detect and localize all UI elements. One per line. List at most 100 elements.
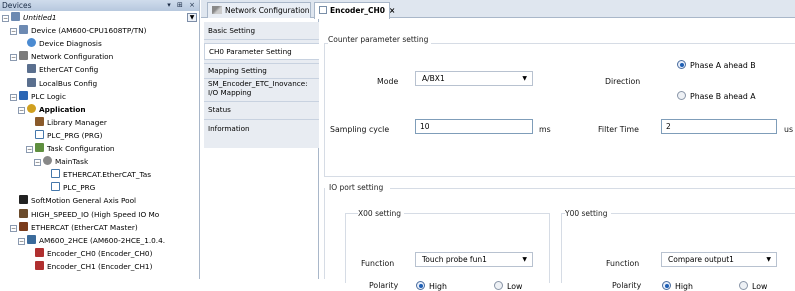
direction-radio-a[interactable]: Phase A ahead B — [677, 60, 756, 70]
collapse-toggle-icon[interactable]: − — [10, 28, 17, 36]
y00-polarity-high-radio[interactable]: High — [662, 281, 693, 291]
tree-item[interactable]: − Device (AM600-CPU1608TP/TN) — [10, 25, 146, 36]
y00-group-box — [561, 213, 795, 283]
y00-function-select[interactable]: Compare output1 ▼ — [661, 252, 777, 267]
axis-pool-icon — [19, 195, 28, 205]
y00-polarity-low-radio[interactable]: Low — [739, 281, 767, 291]
mode-label: Mode — [377, 77, 399, 86]
y00-polarity-label: Polarity — [612, 281, 642, 290]
tab-network-configuration[interactable]: Network Configuration — [207, 2, 311, 18]
direction-radio-b[interactable]: Phase B ahead A — [677, 91, 756, 101]
radio-selected-icon — [662, 281, 671, 290]
task-call-icon — [51, 169, 60, 179]
y00-function-label: Function — [606, 259, 640, 268]
side-tab-status[interactable]: Status — [204, 105, 319, 115]
tab-label: Encoder_CH0 — [330, 6, 385, 15]
tree-item-label: PLC_PRG (PRG) — [47, 130, 103, 140]
x00-function-select[interactable]: Touch probe fun1 ▼ — [415, 252, 533, 267]
side-tab-information[interactable]: Information — [204, 124, 319, 134]
radio-selected-icon — [677, 60, 686, 69]
tree-item[interactable]: − AM600_2HCE (AM600-2HCE_1.0.4. — [18, 234, 165, 246]
filter-time-input[interactable]: 2 — [661, 119, 777, 134]
tree-item[interactable]: PLC_PRG (PRG) — [35, 129, 103, 141]
tree-item-label: Device Diagnosis — [39, 39, 102, 49]
sampling-cycle-label: Sampling cycle — [330, 125, 390, 134]
network-icon — [19, 51, 28, 61]
tab-label: Network Configuration — [225, 6, 310, 15]
tree-item[interactable]: − Task Configuration — [26, 143, 115, 154]
side-tab-basic-setting[interactable]: Basic Setting — [204, 26, 319, 36]
divider — [204, 39, 319, 40]
y00-low-label: Low — [752, 282, 768, 291]
y00-high-label: High — [675, 282, 693, 291]
tree-item[interactable]: EtherCAT Config — [27, 64, 98, 75]
tree-item-label: HIGH_SPEED_IO (High Speed IO Mo — [31, 209, 160, 219]
io-port-divider — [390, 188, 795, 189]
side-tab-mapping-setting[interactable]: Mapping Setting — [204, 66, 319, 76]
task-call-icon — [51, 182, 60, 192]
chevron-down-icon: ▼ — [522, 256, 527, 263]
divider — [204, 119, 319, 120]
tree-item-label: Library Manager — [47, 117, 107, 127]
radio-selected-icon — [416, 281, 425, 290]
tree-item[interactable]: SoftMotion General Axis Pool — [19, 195, 136, 206]
sampling-cycle-input[interactable]: 10 — [415, 119, 533, 134]
tree-item-label: LocalBus Config — [39, 78, 98, 88]
side-tab-io-mapping[interactable]: SM_Encoder_ETC_Inovance: I/O Mapping — [204, 79, 316, 97]
tree-item[interactable]: − MainTask — [34, 156, 88, 167]
encoder-icon — [35, 247, 44, 257]
application-icon — [27, 103, 36, 113]
tree-item[interactable]: − Untitled1 — [2, 12, 57, 23]
tree-item[interactable]: − Network Configuration — [10, 51, 113, 62]
tree-item[interactable]: Encoder_CH0 (Encoder_CH0) — [35, 247, 152, 259]
tree-dropdown-button[interactable]: ▼ — [187, 13, 197, 22]
encoder-icon — [35, 260, 44, 270]
device-icon — [19, 25, 28, 35]
devices-panel-header: Devices ▾ ⊞ × — [0, 0, 199, 11]
io-port-group-title: IO port setting — [329, 183, 387, 192]
collapse-toggle-icon[interactable]: − — [34, 159, 41, 167]
library-icon — [35, 116, 44, 126]
project-icon — [11, 12, 20, 21]
tree-item[interactable]: Encoder_CH1 (Encoder_CH1) — [35, 260, 152, 272]
filter-time-label: Filter Time — [598, 125, 639, 134]
tree-item[interactable]: Library Manager — [35, 116, 107, 128]
tree-item[interactable]: − ETHERCAT (EtherCAT Master) — [10, 221, 138, 233]
collapse-toggle-icon[interactable]: − — [10, 54, 17, 62]
direction-option-a-label: Phase A ahead B — [690, 61, 756, 70]
maintask-icon — [43, 156, 52, 166]
task-config-icon — [35, 143, 44, 152]
collapse-toggle-icon[interactable]: − — [18, 106, 25, 114]
x00-polarity-label: Polarity — [369, 281, 399, 290]
encoder-tab-icon — [319, 6, 327, 14]
tree-item[interactable]: Device Diagnosis — [27, 38, 102, 49]
collapse-toggle-icon[interactable]: − — [2, 15, 9, 22]
tree-item-label: Untitled1 — [23, 13, 57, 22]
x00-polarity-high-radio[interactable]: High — [416, 281, 447, 291]
tree-item[interactable]: PLC_PRG — [51, 182, 95, 193]
x00-function-value: Touch probe fun1 — [422, 255, 487, 264]
mode-select[interactable]: A/BX1 ▼ — [415, 71, 533, 86]
tree-item-label: Application — [39, 104, 86, 114]
radio-unselected-icon — [494, 281, 503, 290]
tree-item[interactable]: LocalBus Config — [27, 77, 98, 89]
collapse-toggle-icon[interactable]: − — [26, 146, 33, 153]
counter-group-title: Counter parameter setting — [328, 35, 432, 44]
x00-polarity-low-radio[interactable]: Low — [494, 281, 522, 291]
tree-item[interactable]: − PLC Logic — [10, 90, 66, 102]
collapse-toggle-icon[interactable]: − — [10, 93, 17, 101]
side-tab-ch0-parameter-setting[interactable]: CH0 Parameter Setting — [204, 43, 319, 60]
close-tab-icon[interactable]: × — [389, 6, 395, 15]
settings-tab-column: Basic Setting CH0 Parameter Setting Mapp… — [201, 19, 319, 279]
tree-item[interactable]: − Application — [18, 103, 86, 115]
tab-encoder-ch0[interactable]: Encoder_CH0 × — [314, 2, 395, 19]
tree-item[interactable]: ETHERCAT.EtherCAT_Tas — [51, 169, 151, 180]
diagnosis-icon — [27, 38, 36, 48]
collapse-toggle-icon[interactable]: − — [18, 237, 25, 245]
collapse-toggle-icon[interactable]: − — [10, 224, 17, 232]
x00-group-title: X00 setting — [358, 209, 405, 218]
tree-item[interactable]: HIGH_SPEED_IO (High Speed IO Mo — [19, 208, 160, 220]
radio-unselected-icon — [677, 91, 686, 100]
divider — [204, 63, 319, 64]
panel-controls-icon[interactable]: ▾ ⊞ × — [167, 0, 197, 11]
